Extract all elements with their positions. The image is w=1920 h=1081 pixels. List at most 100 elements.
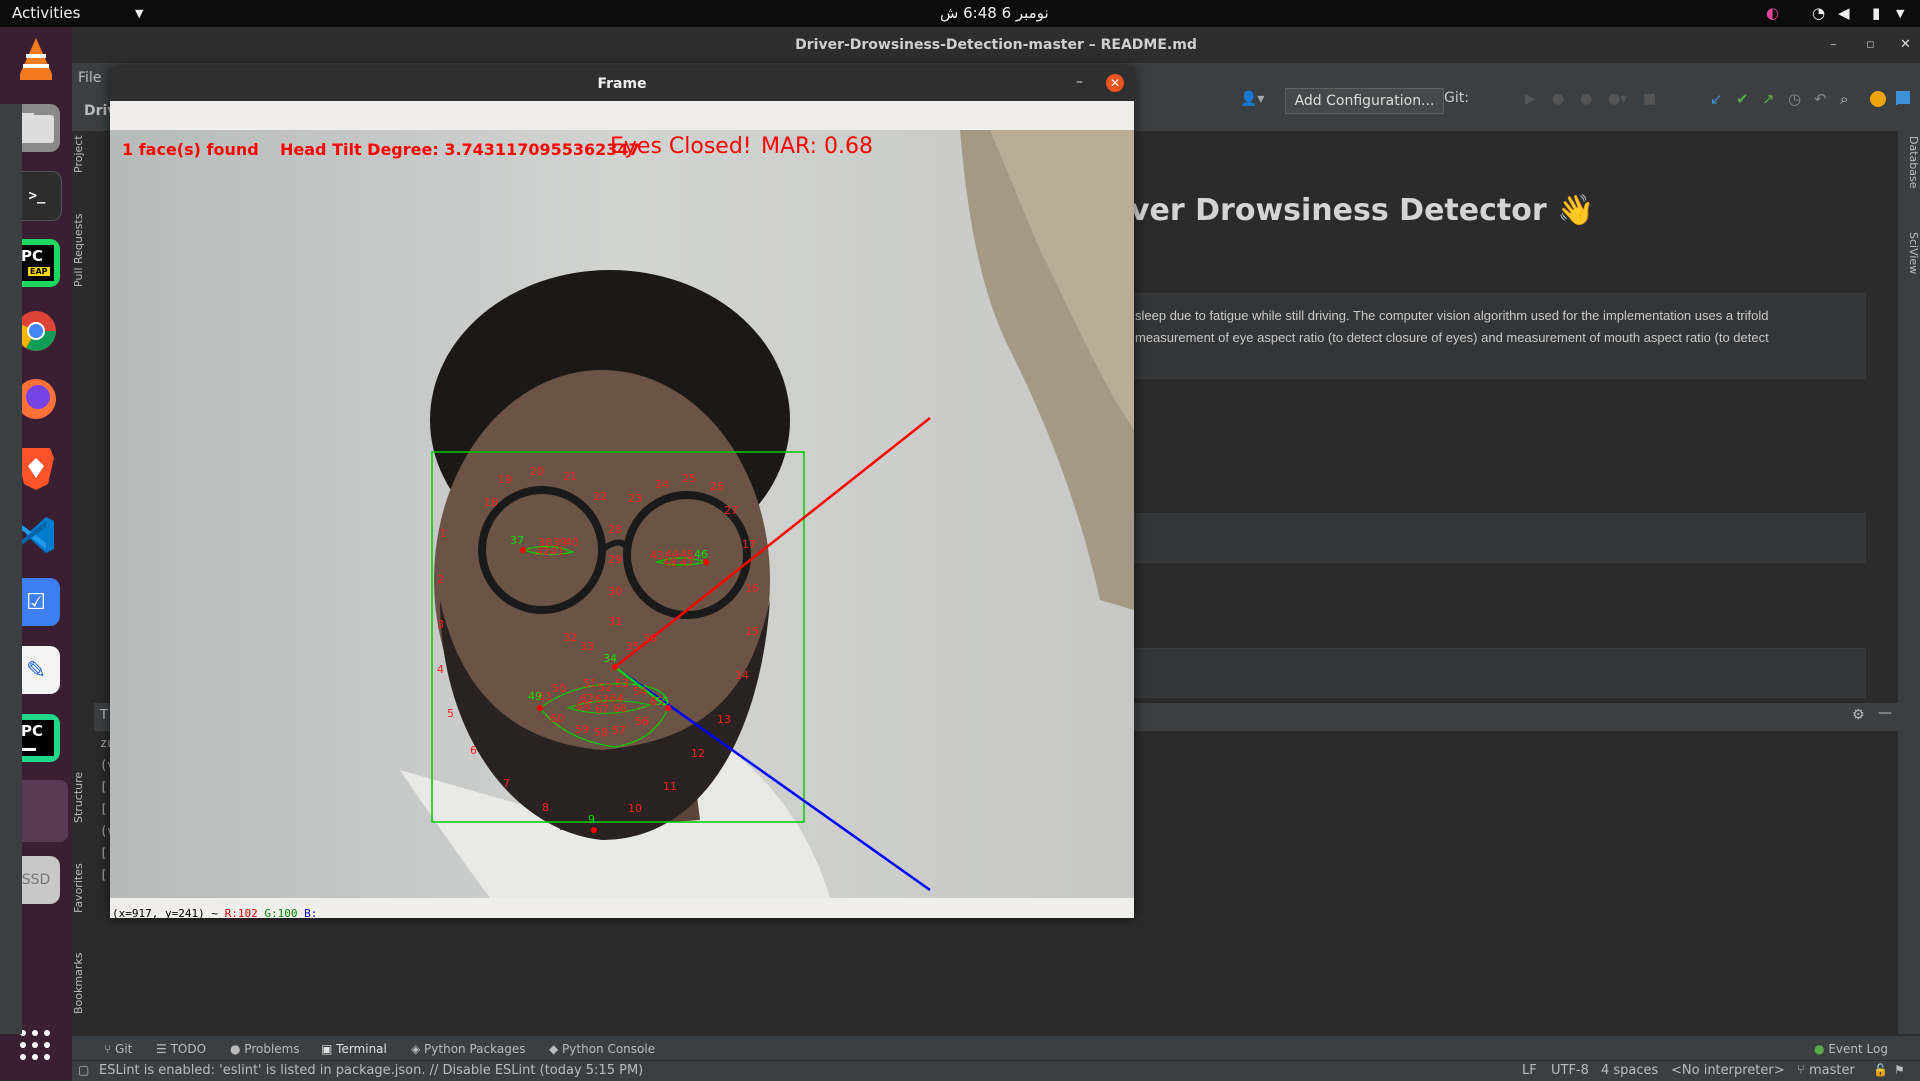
- vlc-icon[interactable]: [12, 34, 60, 82]
- search-icon[interactable]: ⌕: [1840, 90, 1848, 108]
- update-icon[interactable]: [1870, 91, 1886, 107]
- svg-text:24: 24: [655, 478, 669, 491]
- battery-icon[interactable]: ▮: [1872, 4, 1880, 22]
- svg-text:29: 29: [608, 553, 622, 566]
- tab-favorites[interactable]: Favorites: [72, 850, 94, 926]
- git-branch-label: master: [1808, 1063, 1855, 1078]
- git-label: Git:: [1444, 90, 1469, 106]
- svg-text:9: 9: [588, 813, 595, 826]
- git-push-icon[interactable]: ↗: [1762, 90, 1775, 108]
- lock-icon[interactable]: 🔓: [1873, 1063, 1888, 1077]
- svg-text:32: 32: [563, 631, 577, 644]
- svg-text:16: 16: [745, 582, 759, 595]
- svg-text:46: 46: [694, 548, 708, 561]
- svg-text:47: 47: [680, 556, 694, 569]
- git-update-icon[interactable]: ↙: [1710, 90, 1723, 108]
- stop-icon[interactable]: ■: [1643, 91, 1656, 107]
- terminal-tab-label[interactable]: T: [100, 708, 108, 723]
- chevron-down-icon[interactable]: ▼: [135, 7, 143, 20]
- svg-text:67: 67: [595, 703, 609, 716]
- svg-text:58: 58: [594, 726, 608, 739]
- volume-icon[interactable]: ◀: [1838, 4, 1850, 22]
- svg-text:18: 18: [484, 496, 498, 509]
- indent-setting[interactable]: 4 spaces: [1601, 1063, 1658, 1078]
- run-icon[interactable]: ▶: [1525, 91, 1536, 107]
- svg-text:2: 2: [437, 573, 444, 586]
- svg-text:56: 56: [635, 715, 649, 728]
- terminal-line: [: [100, 780, 108, 794]
- svg-text:10: 10: [628, 802, 642, 815]
- app-grid-icon[interactable]: [18, 1028, 52, 1062]
- jetbrains-icon[interactable]: [1896, 91, 1910, 105]
- svg-text:14: 14: [735, 669, 749, 682]
- landmark-point: [591, 827, 597, 833]
- git-branch[interactable]: ⑂ master: [1797, 1063, 1855, 1078]
- svg-text:20: 20: [530, 465, 544, 478]
- readme-block: [1118, 648, 1866, 698]
- git-tool-button[interactable]: ⑂ Git: [104, 1042, 132, 1056]
- line-separator[interactable]: LF: [1522, 1063, 1537, 1078]
- close-icon[interactable]: ✕: [1900, 37, 1911, 52]
- app-indicator-icon[interactable]: ◐: [1766, 4, 1779, 22]
- settings-gear-icon[interactable]: ⚙: [1852, 707, 1865, 723]
- notifications-icon[interactable]: ⚑: [1894, 1063, 1905, 1077]
- python-packages-tool-button[interactable]: ◈ Python Packages: [411, 1042, 525, 1056]
- svg-text:35: 35: [626, 640, 640, 653]
- file-encoding[interactable]: UTF-8: [1551, 1063, 1589, 1078]
- python-packages-tool-label: Python Packages: [424, 1042, 526, 1056]
- terminal-tool-label: Terminal: [336, 1042, 387, 1056]
- tab-database[interactable]: Database: [1898, 124, 1920, 200]
- git-commit-icon[interactable]: ✔: [1736, 90, 1749, 108]
- maximize-icon[interactable]: ▫: [1866, 37, 1875, 52]
- pixel-readout: (x=917, y=241) ~ R:102 G:100 B:: [112, 907, 317, 920]
- tab-pull-requests[interactable]: Pull Requests: [72, 200, 94, 300]
- mar-text: MAR: 0.68: [761, 134, 873, 159]
- svg-text:36: 36: [643, 632, 657, 645]
- git-tool-label: Git: [115, 1042, 133, 1056]
- git-rollback-icon[interactable]: ↶: [1814, 90, 1827, 108]
- wifi-icon[interactable]: ◔: [1812, 4, 1825, 22]
- clock[interactable]: نومبر 6 6:48 ش: [940, 4, 1049, 22]
- system-menu-chevron-icon[interactable]: ▼: [1896, 7, 1904, 20]
- svg-text:49: 49: [528, 690, 542, 703]
- svg-text:40: 40: [565, 536, 579, 549]
- frame-window-title: Frame: [110, 67, 1134, 101]
- pycharm-label: PC: [21, 722, 44, 740]
- svg-text:22: 22: [593, 490, 607, 503]
- svg-text:8: 8: [542, 801, 549, 814]
- camera-frame[interactable]: 1234 5678 10111213 14151617 181920 21 22 2…: [110, 130, 1134, 898]
- readme-block: [1118, 513, 1866, 563]
- debug-icon[interactable]: ●: [1552, 91, 1564, 107]
- tab-project[interactable]: Project: [72, 120, 94, 188]
- svg-text:59: 59: [575, 723, 589, 736]
- frame-minimize-icon[interactable]: –: [1076, 74, 1083, 90]
- git-history-icon[interactable]: ◷: [1788, 90, 1801, 108]
- coverage-icon[interactable]: ●: [1580, 91, 1592, 107]
- tab-structure[interactable]: Structure: [72, 760, 94, 834]
- profile-icon[interactable]: ●▾: [1608, 91, 1627, 107]
- status-toggle-icon[interactable]: ▢: [78, 1063, 89, 1077]
- tab-sciview[interactable]: SciView: [1898, 218, 1920, 288]
- event-log-button[interactable]: ● Event Log: [1814, 1042, 1888, 1056]
- pixel-blue-value: B:: [304, 907, 318, 920]
- svg-text:68: 68: [576, 700, 590, 713]
- activities-button[interactable]: Activities: [12, 4, 80, 22]
- todo-tool-label: TODO: [170, 1042, 207, 1056]
- add-configuration-button[interactable]: Add Configuration...: [1285, 88, 1444, 114]
- python-console-tool-button[interactable]: ◆ Python Console: [549, 1042, 655, 1056]
- hide-panel-icon[interactable]: —: [1878, 705, 1892, 721]
- user-account-icon[interactable]: 👤▾: [1240, 91, 1264, 107]
- menu-file[interactable]: File: [78, 70, 101, 86]
- minimize-icon[interactable]: –: [1830, 37, 1837, 52]
- interpreter-selector[interactable]: <No interpreter>: [1671, 1063, 1785, 1078]
- svg-text:7: 7: [503, 777, 510, 790]
- terminal-tool-button[interactable]: ▣ Terminal: [321, 1042, 387, 1056]
- todo-tool-button[interactable]: ☰ TODO: [156, 1042, 206, 1056]
- tab-bookmarks[interactable]: Bookmarks: [72, 940, 94, 1026]
- problems-tool-button[interactable]: ● Problems: [230, 1042, 300, 1056]
- svg-text:25: 25: [682, 472, 696, 485]
- pixel-coordinates: (x=917, y=241) ~: [112, 907, 218, 920]
- frame-close-icon[interactable]: ✕: [1106, 74, 1124, 92]
- svg-text:5: 5: [447, 707, 454, 720]
- status-message[interactable]: ESLint is enabled: 'eslint' is listed in…: [99, 1063, 643, 1078]
